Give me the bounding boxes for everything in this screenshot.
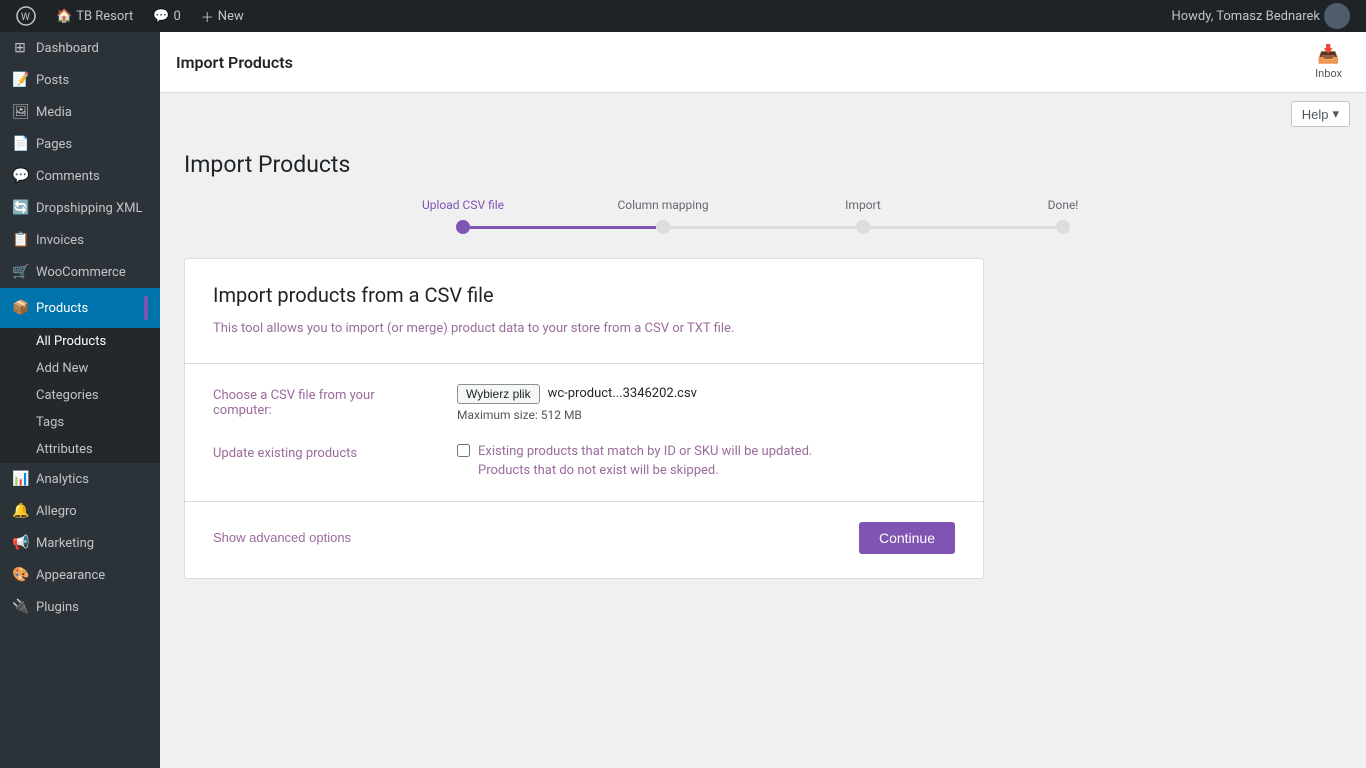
woocommerce-icon: 🛒 (12, 264, 28, 280)
page-title: Import Products (184, 151, 1342, 178)
sidebar-item-media[interactable]: 🖼 Media (0, 96, 160, 128)
sidebar-item-woocommerce[interactable]: 🛒 WooCommerce (0, 256, 160, 288)
content-area: Import Products Upload CSV file Column m… (160, 135, 1366, 595)
marketing-icon: 📢 (12, 535, 28, 551)
svg-text:W: W (21, 12, 30, 23)
sidebar-item-dashboard[interactable]: ⊞ Dashboard (0, 32, 160, 64)
update-checkbox-desc: Existing products that match by ID or SK… (478, 442, 812, 481)
form-actions: Show advanced options Continue (213, 522, 955, 554)
page-header-title: Import Products (176, 53, 293, 72)
adminbar-comments[interactable]: 💬 0 (145, 0, 189, 32)
help-toolbar: Help ▾ (160, 93, 1366, 135)
max-size-label: Maximum size: 512 MB (457, 408, 955, 422)
continue-button[interactable]: Continue (859, 522, 955, 554)
update-products-row: Update existing products Existing produc… (213, 442, 955, 481)
sidebar-item-invoices[interactable]: 📋 Invoices (0, 224, 160, 256)
dashboard-icon: ⊞ (12, 40, 28, 56)
sidebar-item-pages[interactable]: 📄 Pages (0, 128, 160, 160)
sidebar-item-allegro[interactable]: 🔔 Allegro (0, 495, 160, 527)
sidebar-item-plugins[interactable]: 🔌 Plugins (0, 591, 160, 623)
step-done-dot (1056, 220, 1070, 234)
file-chooser-row: Choose a CSV file from your computer: Wy… (213, 384, 955, 422)
form-divider-bottom (185, 501, 983, 502)
sidebar-item-posts[interactable]: 📝 Posts (0, 64, 160, 96)
analytics-icon: 📊 (12, 471, 28, 487)
step-upload-dot (456, 220, 470, 234)
sidebar-item-dropshipping[interactable]: 🔄 Dropshipping XML (0, 192, 160, 224)
form-divider-top (185, 363, 983, 364)
inbox-button[interactable]: 📥 Inbox (1307, 40, 1350, 84)
file-label: Choose a CSV file from your computer: (213, 384, 433, 418)
sidebar-item-attributes[interactable]: Attributes (0, 436, 160, 463)
update-checkbox[interactable] (457, 444, 470, 457)
step-done-label: Done! (1048, 198, 1079, 212)
sidebar-item-categories[interactable]: Categories (0, 382, 160, 409)
sidebar: ⊞ Dashboard 📝 Posts 🖼 Media 📄 Pages 💬 Co… (0, 32, 160, 768)
step-column-dot (656, 220, 670, 234)
show-advanced-button[interactable]: Show advanced options (213, 530, 351, 545)
update-field: Existing products that match by ID or SK… (457, 442, 955, 481)
update-label: Update existing products (213, 442, 433, 461)
media-icon: 🖼 (12, 104, 28, 120)
chevron-down-icon: ▾ (1332, 106, 1339, 122)
sidebar-item-tags[interactable]: Tags (0, 409, 160, 436)
file-field: Wybierz plik wc-product...3346202.csv Ma… (457, 384, 955, 422)
adminbar-wp-logo[interactable]: W (8, 0, 44, 32)
steps-progress: Upload CSV file Column mapping Import (184, 198, 1342, 234)
allegro-icon: 🔔 (12, 503, 28, 519)
step-import-dot (856, 220, 870, 234)
step-done: Done! (963, 198, 1163, 234)
sidebar-item-all-products[interactable]: All Products (0, 328, 160, 355)
step-import: Import (763, 198, 963, 234)
appearance-icon: 🎨 (12, 567, 28, 583)
pages-icon: 📄 (12, 136, 28, 152)
sidebar-item-add-new[interactable]: Add New (0, 355, 160, 382)
posts-icon: 📝 (12, 72, 28, 88)
comments-icon: 💬 (12, 168, 28, 184)
adminbar-new[interactable]: ＋ New (193, 0, 252, 32)
step-column-mapping: Column mapping (563, 198, 763, 234)
sidebar-item-analytics[interactable]: 📊 Analytics (0, 463, 160, 495)
file-choose-button[interactable]: Wybierz plik (457, 384, 540, 404)
page-header: Import Products 📥 Inbox (160, 32, 1366, 93)
admin-bar: W 🏠 TB Resort 💬 0 ＋ New Howdy, Tomasz Be… (0, 0, 1366, 32)
adminbar-user-greeting[interactable]: Howdy, Tomasz Bednarek (1163, 0, 1358, 32)
adminbar-site-name[interactable]: 🏠 TB Resort (48, 0, 141, 32)
step-import-label: Import (845, 198, 881, 212)
file-name: wc-product...3346202.csv (548, 386, 697, 401)
import-card: Import products from a CSV file This too… (184, 258, 984, 579)
sidebar-item-marketing[interactable]: 📢 Marketing (0, 527, 160, 559)
plugins-icon: 🔌 (12, 599, 28, 615)
step-upload-csv-label: Upload CSV file (422, 198, 504, 212)
sidebar-item-appearance[interactable]: 🎨 Appearance (0, 559, 160, 591)
products-icon: 📦 (12, 300, 28, 316)
invoices-icon: 📋 (12, 232, 28, 248)
step-column-mapping-label: Column mapping (617, 198, 708, 212)
step-upload-csv: Upload CSV file (363, 198, 563, 234)
sidebar-item-comments[interactable]: 💬 Comments (0, 160, 160, 192)
sidebar-item-products[interactable]: 📦 Products (0, 288, 160, 328)
main-content: Import Products 📥 Inbox Help ▾ Import Pr… (160, 32, 1366, 768)
import-card-title: Import products from a CSV file (213, 283, 955, 307)
help-button[interactable]: Help ▾ (1291, 101, 1350, 127)
inbox-icon: 📥 (1317, 44, 1339, 65)
dropshipping-icon: 🔄 (12, 200, 28, 216)
import-card-desc: This tool allows you to import (or merge… (213, 319, 955, 339)
